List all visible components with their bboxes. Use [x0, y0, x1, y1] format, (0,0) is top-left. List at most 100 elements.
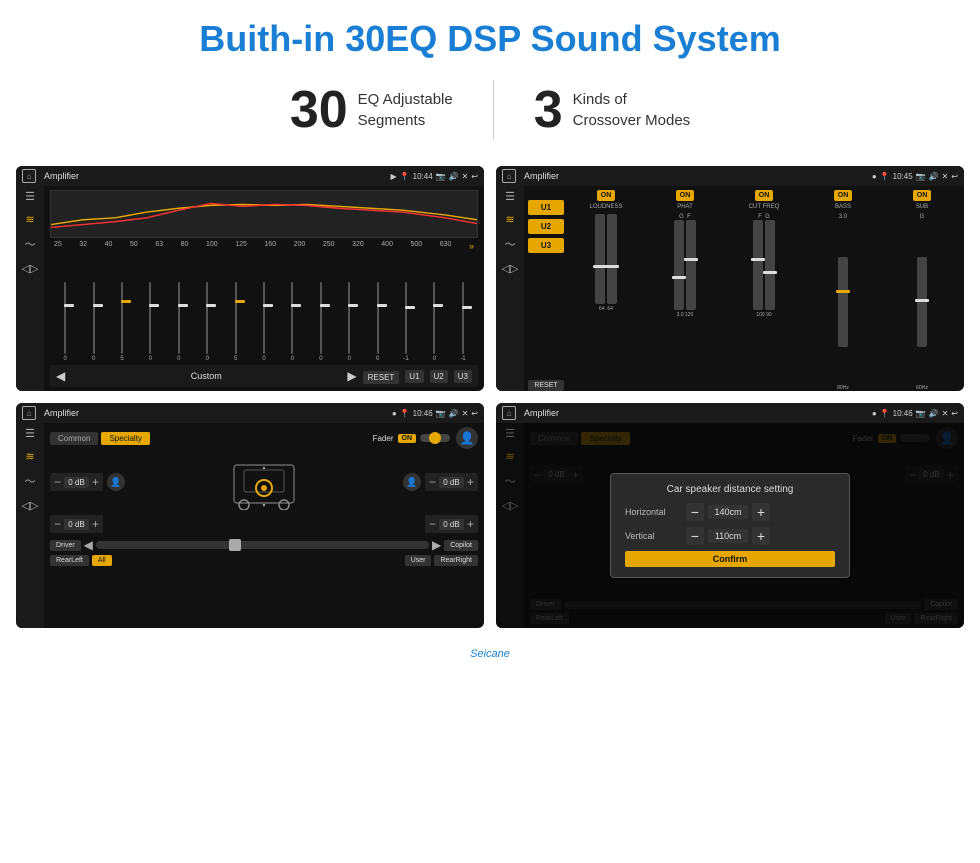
screen4-distance: ⌂ Amplifier ● 📍 10:46 📷 🔊 ✕ ↩ ☰ ≋ 〜 ◁▷ — [496, 403, 964, 628]
copilot-btn[interactable]: Copilot — [444, 540, 478, 551]
cutfreq-on[interactable]: ON — [755, 190, 774, 201]
eq-slider-1[interactable]: 0 — [52, 282, 78, 362]
u1-btn[interactable]: U1 — [528, 200, 564, 215]
side-vol-icon-3[interactable]: ◁▷ — [22, 499, 39, 512]
eq-slider-8[interactable]: 0 — [251, 282, 277, 362]
eq-slider-13[interactable]: -1 — [393, 282, 419, 362]
side-eq-icon-2[interactable]: ≋ — [505, 213, 514, 226]
pin-icon-4: 📍 — [880, 409, 890, 418]
fader-on-badge[interactable]: ON — [398, 434, 417, 443]
minus-2[interactable]: − — [429, 475, 436, 489]
eq-slider-4[interactable]: 0 — [137, 282, 163, 362]
bass-on[interactable]: ON — [834, 190, 853, 201]
pin-icon-3: 📍 — [400, 409, 410, 418]
screen2-reset[interactable]: RESET — [528, 380, 564, 391]
minus-4[interactable]: − — [429, 517, 436, 531]
home-icon[interactable]: ⌂ — [22, 169, 36, 183]
stats-row: 30 EQ Adjustable Segments 3 Kinds of Cro… — [0, 70, 980, 158]
crossover-stat: 3 Kinds of Crossover Modes — [494, 80, 730, 140]
minus-3[interactable]: − — [54, 517, 61, 531]
horizontal-minus[interactable]: − — [686, 503, 704, 521]
home-icon-3[interactable]: ⌂ — [22, 406, 36, 420]
db-row-2: − 0 dB + − 0 dB + — [50, 515, 478, 533]
user-btn[interactable]: User — [405, 555, 432, 566]
u1-button[interactable]: U1 — [405, 370, 423, 383]
side-wave-icon[interactable]: 〜 — [25, 236, 36, 252]
driver-btn[interactable]: Driver — [50, 540, 81, 551]
vertical-minus[interactable]: − — [686, 527, 704, 545]
eq-slider-3[interactable]: 5 — [109, 282, 135, 362]
side-vol-icon-2[interactable]: ◁▷ — [502, 262, 519, 275]
screen2-time: 10:45 — [893, 172, 913, 181]
eq-slider-11[interactable]: 0 — [336, 282, 362, 362]
side-eq-icon[interactable]: ≋ — [25, 213, 34, 226]
back-icon-3: ↩ — [471, 409, 478, 418]
screen4-time: 10:46 — [893, 409, 913, 418]
sub-on[interactable]: ON — [913, 190, 932, 201]
dot-icon-4: ● — [872, 409, 877, 418]
phat-on[interactable]: ON — [676, 190, 695, 201]
home-icon-2[interactable]: ⌂ — [502, 169, 516, 183]
person-icon[interactable]: 👤 — [456, 427, 478, 449]
loudness-on[interactable]: ON — [597, 190, 616, 201]
tab-common-3[interactable]: Common — [50, 432, 98, 445]
vertical-plus[interactable]: + — [752, 527, 770, 545]
all-btn[interactable]: All — [92, 555, 112, 566]
rear-left-btn[interactable]: RearLeft — [50, 555, 89, 566]
plus-2[interactable]: + — [467, 475, 474, 489]
plus-4[interactable]: + — [467, 517, 474, 531]
side-wave-icon-3[interactable]: 〜 — [25, 473, 36, 489]
horizontal-row: Horizontal − 140cm + — [625, 503, 835, 521]
eq-slider-12[interactable]: 0 — [364, 282, 390, 362]
minus-1[interactable]: − — [54, 475, 61, 489]
db-val-2: 0 dB — [439, 477, 464, 488]
speaker-person-left: 👤 — [107, 473, 125, 491]
screen3-time: 10:46 — [413, 409, 433, 418]
left-arrow-icon[interactable]: ◀ — [84, 538, 93, 552]
u3-button[interactable]: U3 — [454, 370, 472, 383]
u2-btn[interactable]: U2 — [528, 219, 564, 234]
crossover-label: Kinds of Crossover Modes — [573, 89, 691, 131]
screen1-status-icons: ▶ 📍 10:44 📷 🔊 ✕ ↩ — [391, 172, 479, 181]
reset-button[interactable]: RESET — [363, 371, 400, 384]
eq-slider-14[interactable]: 0 — [421, 282, 447, 362]
eq-slider-15[interactable]: -1 — [450, 282, 476, 362]
speaker-tabs-3: Common Specialty — [50, 432, 150, 445]
x-icon-4: ✕ — [942, 409, 949, 418]
eq-number: 30 — [290, 80, 348, 140]
camera-icon-4: 📷 — [916, 409, 926, 418]
u2-button[interactable]: U2 — [430, 370, 448, 383]
eq-slider-5[interactable]: 0 — [166, 282, 192, 362]
rear-right-btn[interactable]: RearRight — [434, 555, 478, 566]
side-menu-icon-2[interactable]: ☰ — [505, 190, 515, 203]
db-val-1: 0 dB — [64, 477, 89, 488]
db-ctrl-4: − 0 dB + — [425, 515, 478, 533]
u3-btn[interactable]: U3 — [528, 238, 564, 253]
side-menu-icon[interactable]: ☰ — [25, 190, 35, 203]
plus-3[interactable]: + — [92, 517, 99, 531]
tab-specialty-3[interactable]: Specialty — [101, 432, 149, 445]
slider-bar[interactable] — [96, 541, 429, 549]
eq-slider-10[interactable]: 0 — [308, 282, 334, 362]
side-wave-icon-2[interactable]: 〜 — [505, 236, 516, 252]
screen3-status-bar: ⌂ Amplifier ● 📍 10:46 📷 🔊 ✕ ↩ — [16, 403, 484, 423]
horizontal-plus[interactable]: + — [752, 503, 770, 521]
confirm-button[interactable]: Confirm — [625, 551, 835, 567]
plus-1[interactable]: + — [92, 475, 99, 489]
prev-button[interactable]: ◀ — [56, 369, 65, 383]
home-icon-4[interactable]: ⌂ — [502, 406, 516, 420]
side-vol-icon[interactable]: ◁▷ — [22, 262, 39, 275]
eq-slider-2[interactable]: 0 — [80, 282, 106, 362]
side-eq-icon-3[interactable]: ≋ — [25, 450, 34, 463]
fader-track[interactable] — [420, 434, 450, 442]
cutfreq-label: CUT FREQ — [749, 204, 780, 210]
eq-label: EQ Adjustable Segments — [358, 89, 453, 131]
eq-slider-7[interactable]: 5 — [222, 282, 248, 362]
eq-slider-9[interactable]: 0 — [279, 282, 305, 362]
back-icon-2: ↩ — [951, 172, 958, 181]
right-arrow-icon[interactable]: ▶ — [432, 538, 441, 552]
eq-slider-6[interactable]: 0 — [194, 282, 220, 362]
speaker-buttons-row1: Driver ◀ ▶ Copilot — [50, 538, 478, 552]
next-button[interactable]: ▶ — [347, 369, 356, 383]
side-menu-icon-3[interactable]: ☰ — [25, 427, 35, 440]
